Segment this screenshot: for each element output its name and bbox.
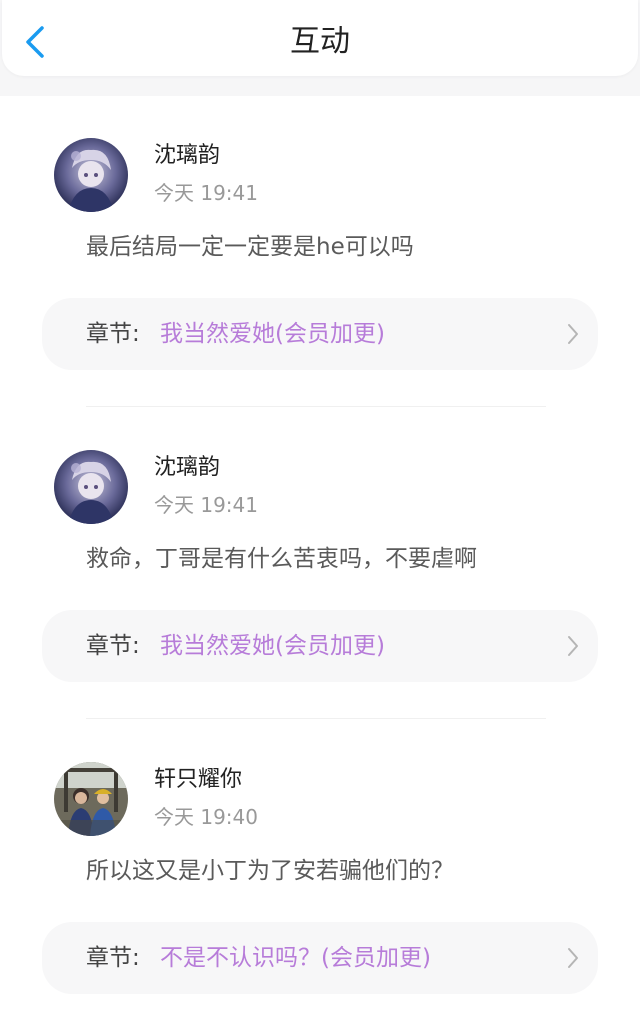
comment-item: 沈璃韵 今天 19:41 最后结局一定一定要是he可以吗 章节: 我当然爱她(会…	[0, 96, 640, 408]
page-title: 互动	[290, 24, 350, 59]
avatar[interactable]	[54, 762, 128, 836]
username[interactable]: 轩只耀你	[154, 766, 242, 794]
photo-two-people-avatar-icon	[54, 762, 128, 836]
timestamp: 今天 19:41	[154, 181, 258, 205]
chapter-link-card[interactable]: 章节: 我当然爱她(会员加更)	[42, 610, 598, 682]
interaction-page: 互动 沈璃韵 今天 19:41 最后结局一定一定要是he可以吗 章节: 我当然爱…	[0, 0, 640, 1014]
chapter-link-card[interactable]: 章节: 我当然爱她(会员加更)	[42, 298, 598, 370]
divider	[86, 718, 546, 719]
chevron-right-icon	[568, 948, 578, 968]
chevron-right-icon	[568, 324, 578, 344]
chapter-label: 章节:	[86, 945, 140, 971]
username[interactable]: 沈璃韵	[154, 454, 220, 482]
anime-girl-avatar-icon	[54, 450, 128, 524]
chapter-title: 我当然爱她(会员加更)	[160, 633, 385, 659]
comment-text: 所以这又是小丁为了安若骗他们的？	[86, 858, 454, 884]
avatar[interactable]	[54, 138, 128, 212]
username[interactable]: 沈璃韵	[154, 142, 220, 170]
chapter-label: 章节:	[86, 321, 140, 347]
divider	[86, 406, 546, 407]
comment-list: 沈璃韵 今天 19:41 最后结局一定一定要是he可以吗 章节: 我当然爱她(会…	[0, 96, 640, 1014]
timestamp: 今天 19:40	[154, 805, 258, 829]
chapter-title: 不是不认识吗？(会员加更)	[160, 945, 431, 971]
anime-girl-avatar-icon	[54, 138, 128, 212]
comment-text: 救命，丁哥是有什么苦衷吗，不要虐啊	[86, 546, 477, 572]
timestamp: 今天 19:41	[154, 493, 258, 517]
chevron-right-icon	[568, 636, 578, 656]
comment-item: 沈璃韵 今天 19:41 救命，丁哥是有什么苦衷吗，不要虐啊 章节: 我当然爱她…	[0, 408, 640, 720]
avatar[interactable]	[54, 450, 128, 524]
comment-text: 最后结局一定一定要是he可以吗	[86, 234, 414, 260]
comment-item: 轩只耀你 今天 19:40 所以这又是小丁为了安若骗他们的？ 章节: 不是不认识…	[0, 720, 640, 1014]
top-nav-bar: 互动	[2, 0, 638, 76]
chapter-link-card[interactable]: 章节: 不是不认识吗？(会员加更)	[42, 922, 598, 994]
chapter-title: 我当然爱她(会员加更)	[160, 321, 385, 347]
chapter-label: 章节:	[86, 633, 140, 659]
